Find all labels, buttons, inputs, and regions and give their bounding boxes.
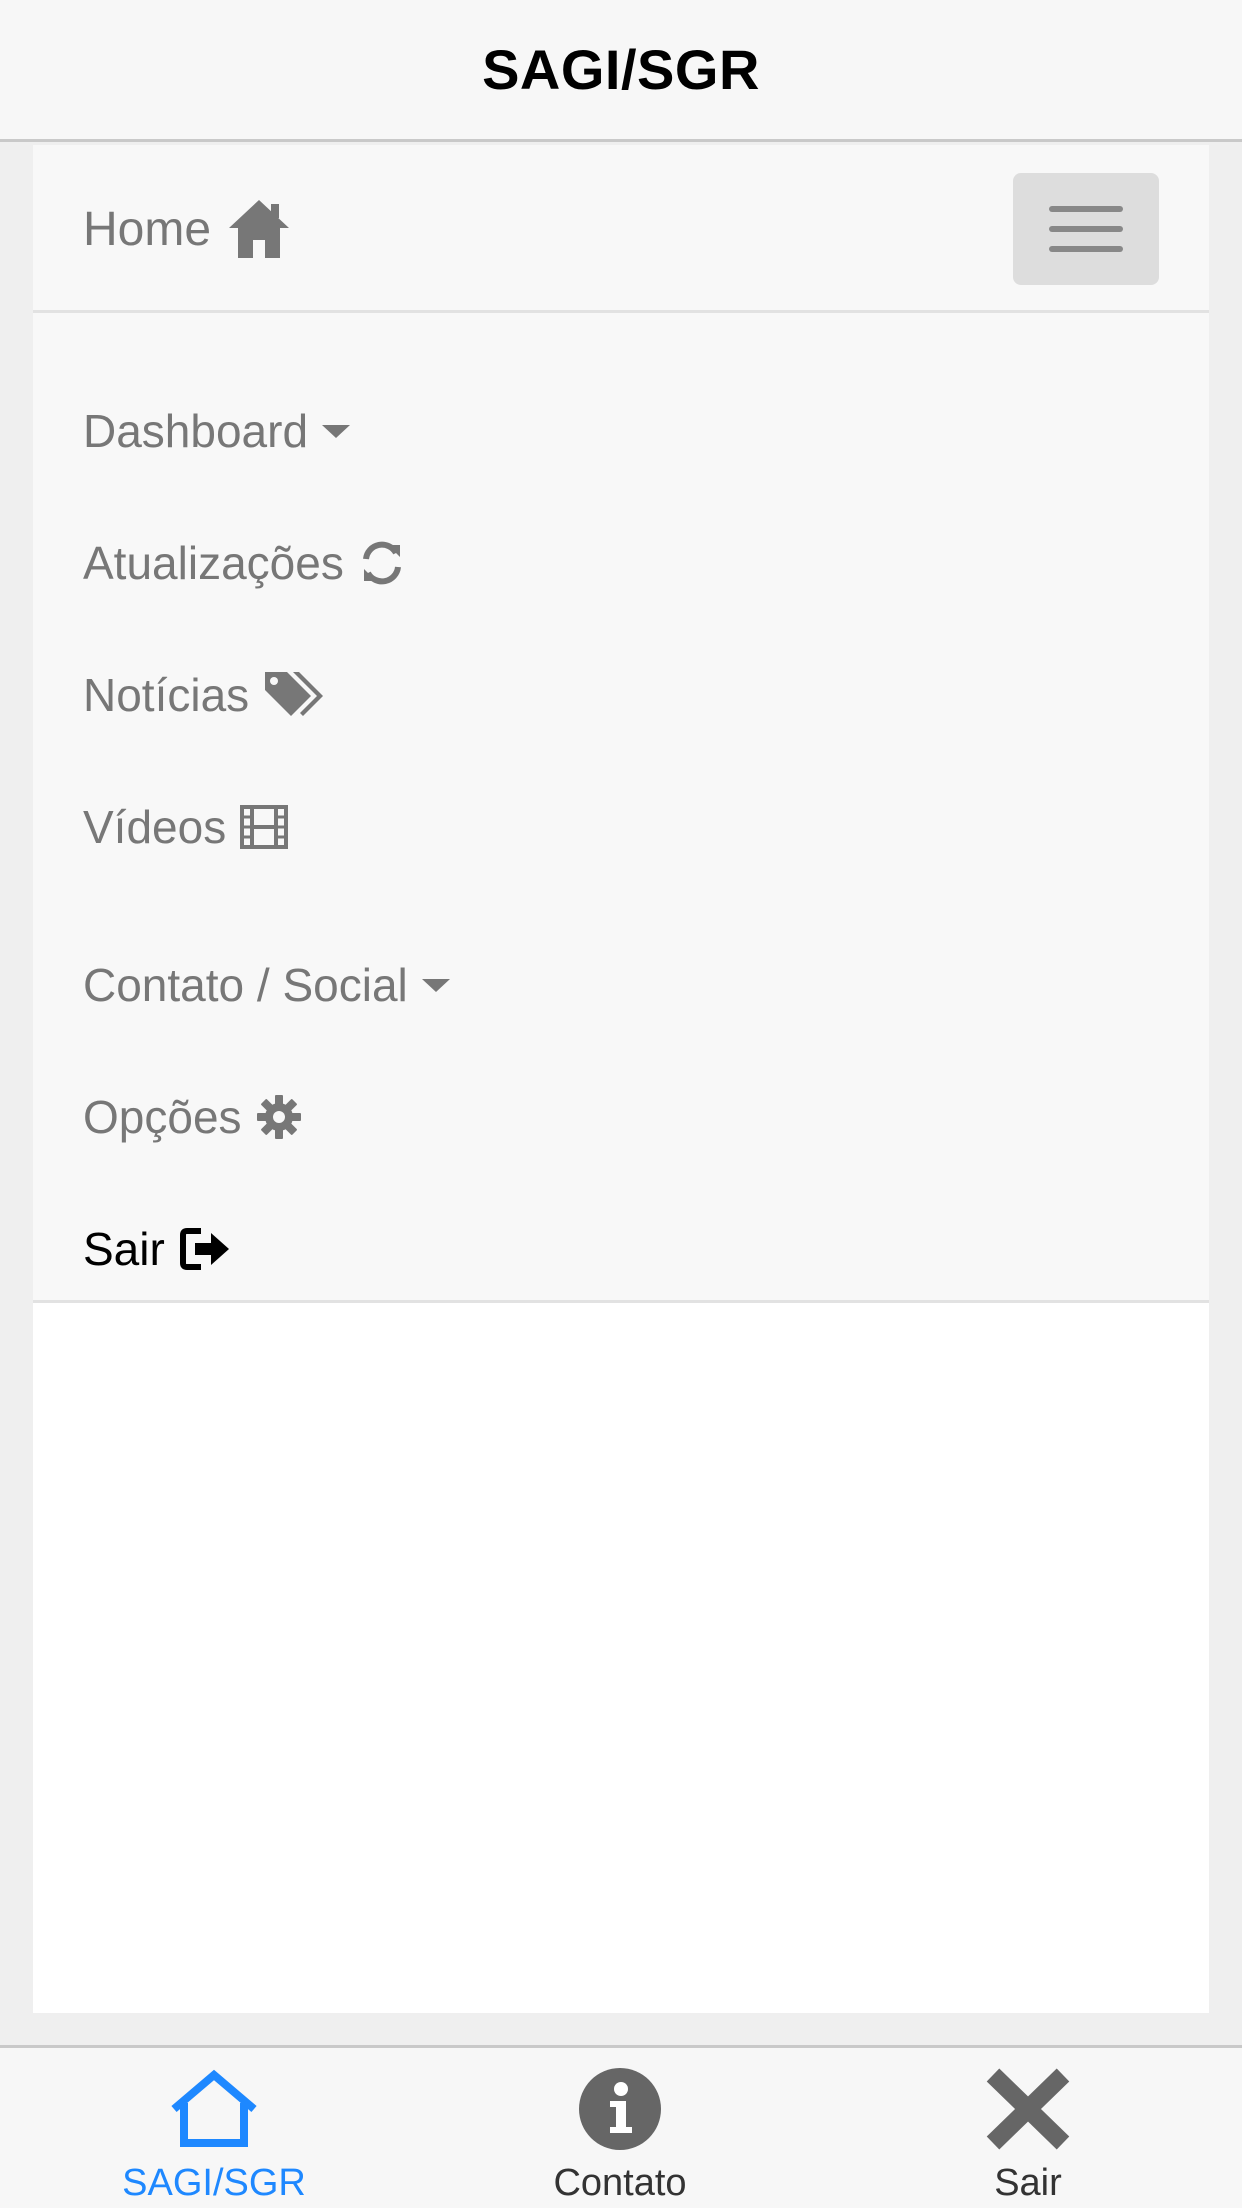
hamburger-icon-bar [1049,226,1123,232]
nav-item-dashboard[interactable]: Dashboard [83,391,351,471]
tags-icon [263,670,327,720]
sign-out-icon [179,1227,231,1271]
navbar: Home Dashboard Atualizações Notícias Víd… [33,145,1209,1303]
navbar-header: Home [33,145,1209,313]
tab-label: Contato [553,2162,687,2204]
content-area: Home Dashboard Atualizações Notícias Víd… [33,145,1209,2013]
nav-item-label: Notícias [83,669,250,721]
brand-label: Home [83,202,212,256]
tab-sair[interactable]: Sair [928,2048,1128,2208]
nav-item-videos[interactable]: Vídeos [83,787,289,867]
nav-item-atualizacoes[interactable]: Atualizações [83,523,406,603]
nav-item-label: Dashboard [83,405,309,457]
app-header: SAGI/SGR [0,0,1242,142]
app-title: SAGI/SGR [482,38,760,101]
home-outline-icon [168,2064,260,2154]
navbar-toggle-button[interactable] [1013,173,1159,285]
nav-item-opcoes[interactable]: Opções [83,1077,302,1157]
nav-item-noticias[interactable]: Notícias [83,655,327,735]
nav-item-label: Atualizações [83,537,344,589]
hamburger-icon-bar [1049,206,1123,212]
nav-item-label: Contato / Social [83,959,408,1011]
film-icon [240,805,289,849]
tab-label: SAGI/SGR [122,2162,306,2204]
refresh-icon [358,539,406,587]
caret-down-icon [421,977,450,993]
tab-label: Sair [994,2162,1062,2204]
bottom-tab-bar: SAGI/SGR Contato Sair [0,2045,1242,2208]
navbar-brand-home[interactable]: Home [83,189,291,269]
caret-down-icon [322,423,351,439]
info-circle-icon [578,2064,662,2154]
nav-item-label: Vídeos [83,801,227,853]
gear-icon [256,1094,302,1140]
home-icon [229,200,290,258]
nav-item-label: Sair [83,1223,165,1275]
tab-contato[interactable]: Contato [520,2048,720,2208]
nav-item-label: Opções [83,1091,242,1143]
tab-sagi-sgr[interactable]: SAGI/SGR [112,2048,316,2208]
nav-item-sair[interactable]: Sair [83,1209,231,1289]
nav-item-contato-social[interactable]: Contato / Social [83,945,450,1025]
close-x-icon [985,2064,1071,2154]
hamburger-icon-bar [1049,246,1123,252]
